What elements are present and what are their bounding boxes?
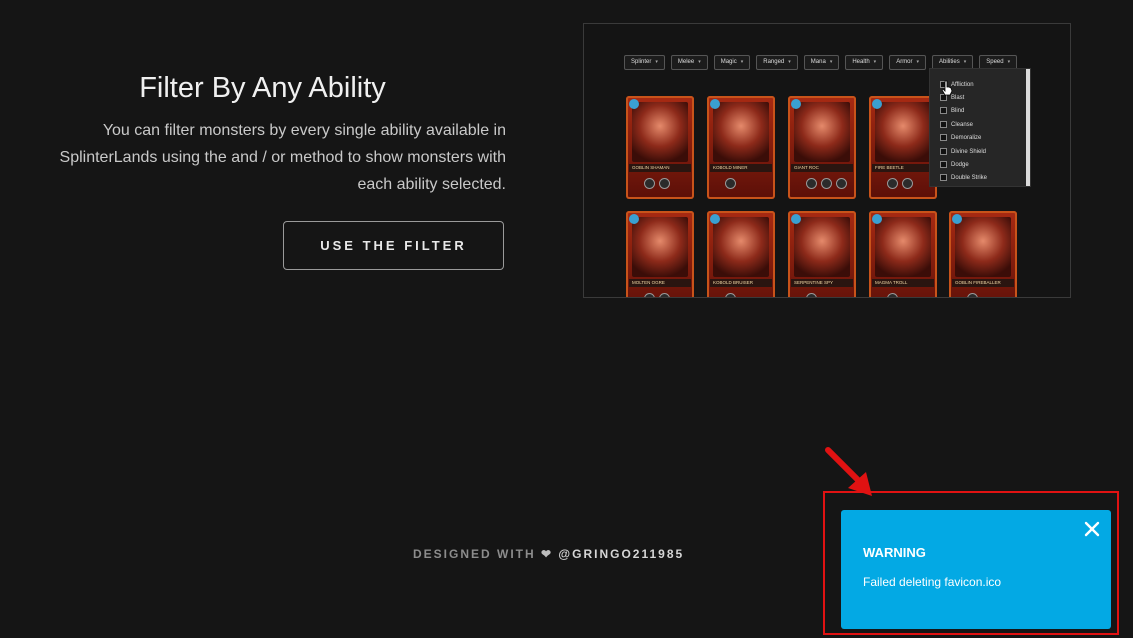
dropdown-scrollbar	[1026, 69, 1030, 186]
monster-card: FIRE BEETLE	[869, 96, 937, 199]
card-name: FIRE BEETLE	[872, 164, 934, 172]
ability-option: Dodge	[940, 161, 969, 168]
card-abilities	[967, 293, 978, 297]
monster-card: GOBLIN FIREBALLER	[949, 211, 1017, 297]
filter-pill: Ranged ▾	[756, 55, 798, 70]
card-art	[875, 102, 931, 162]
heart-icon: ❤	[541, 547, 554, 561]
mana-icon	[872, 214, 882, 224]
filter-pill: Armor ▾	[889, 55, 927, 70]
monster-card: MAGMA TROLL	[869, 211, 937, 297]
warning-toast: WARNING Failed deleting favicon.ico	[841, 510, 1111, 629]
monster-card: GOBLIN SHAMAN	[626, 96, 694, 199]
card-name: KOBOLD BRUISER	[710, 279, 772, 287]
filter-preview-image: Splinter ▾ Melee ▾ Magic ▾ Ranged ▾ Mana ▾ He…	[583, 23, 1071, 298]
card-abilities	[644, 178, 670, 189]
filter-pill: Mana ▾	[803, 55, 840, 70]
card-art	[875, 217, 931, 277]
ability-option: Double Strike	[940, 174, 987, 181]
toast-message: Failed deleting favicon.ico	[863, 575, 1002, 589]
filter-pill: Melee ▾	[670, 55, 708, 70]
toast-title: WARNING	[863, 545, 926, 560]
footer-credit: DESIGNED WITH ❤ @GRINGO211985	[413, 547, 684, 561]
monster-card: KOBOLD BRUISER	[707, 211, 775, 297]
card-art	[632, 217, 688, 277]
monster-card: MOLTEN OGRE	[626, 211, 694, 297]
card-name: GIANT ROC	[791, 164, 853, 172]
card-abilities	[725, 178, 736, 189]
card-art	[794, 102, 850, 162]
author-handle[interactable]: @GRINGO211985	[558, 547, 684, 561]
card-abilities	[806, 293, 817, 297]
card-art	[632, 102, 688, 162]
filter-pill: Health ▾	[845, 55, 884, 70]
card-name: GOBLIN FIREBALLER	[952, 279, 1014, 287]
filter-pill: Splinter ▾	[624, 55, 665, 70]
card-abilities	[806, 178, 847, 189]
card-art	[713, 102, 769, 162]
card-abilities	[887, 293, 898, 297]
ability-option: Divine Shield	[940, 148, 986, 155]
card-art	[794, 217, 850, 277]
card-art	[955, 217, 1011, 277]
monster-card: KOBOLD MINER	[707, 96, 775, 199]
monster-card: GIANT ROC	[788, 96, 856, 199]
card-art	[713, 217, 769, 277]
ability-option: Demoralize	[940, 134, 981, 141]
card-name: SERPENTINE SPY	[791, 279, 853, 287]
card-abilities	[887, 178, 913, 189]
card-abilities	[644, 293, 670, 297]
use-filter-button[interactable]: USE THE FILTER	[283, 221, 504, 270]
card-name: MAGMA TROLL	[872, 279, 934, 287]
monster-card: SERPENTINE SPY	[788, 211, 856, 297]
mana-icon	[872, 99, 882, 109]
mana-icon	[710, 214, 720, 224]
mana-icon	[791, 99, 801, 109]
ability-option: Cleanse	[940, 121, 973, 128]
hand-cursor-icon	[941, 80, 953, 96]
card-abilities	[725, 293, 736, 297]
card-name: GOBLIN SHAMAN	[629, 164, 691, 172]
ability-option: Blind	[940, 107, 964, 114]
close-icon[interactable]	[1084, 521, 1100, 537]
filter-pill: Magic ▾	[713, 55, 751, 70]
mana-icon	[791, 214, 801, 224]
footer-prefix: DESIGNED WITH	[413, 547, 536, 561]
red-arrow-icon	[825, 447, 872, 496]
hero-description: You can filter monsters by every single …	[59, 122, 506, 193]
card-name: KOBOLD MINER	[710, 164, 772, 172]
mana-icon	[710, 99, 720, 109]
mana-icon	[952, 214, 962, 224]
mana-icon	[629, 214, 639, 224]
card-name: MOLTEN OGRE	[629, 279, 691, 287]
mana-icon	[629, 99, 639, 109]
hero-title: Filter By Any Ability	[139, 72, 386, 104]
